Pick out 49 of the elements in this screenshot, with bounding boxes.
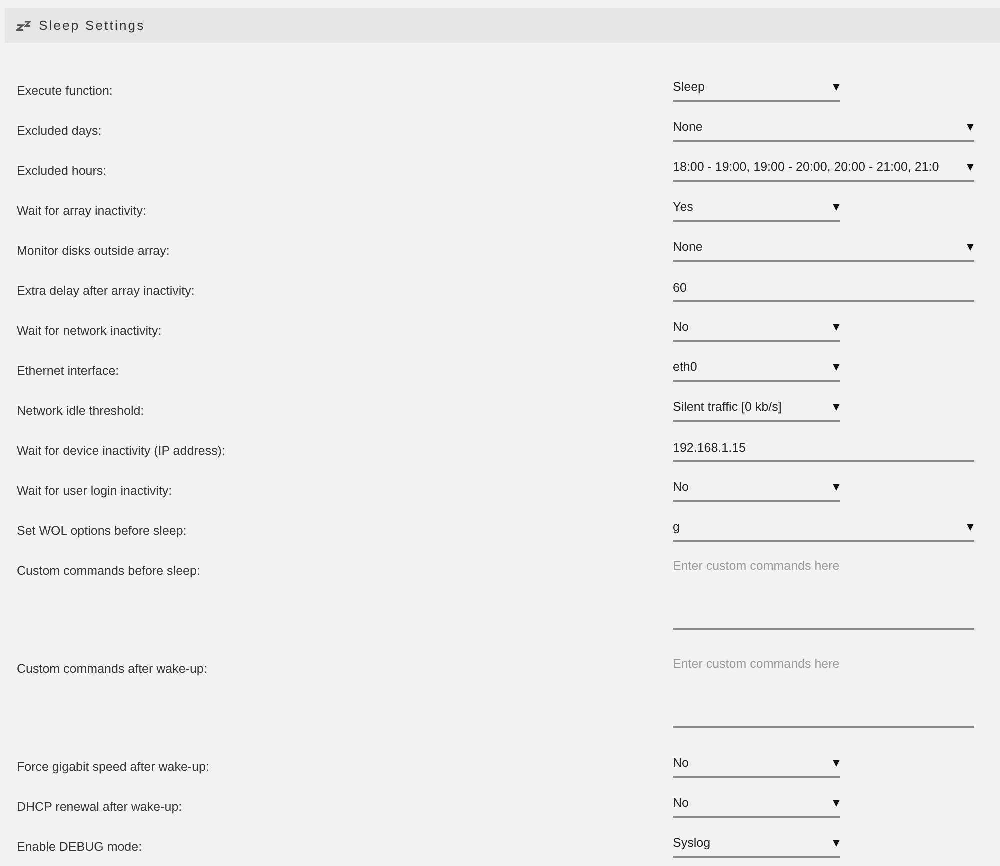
setting-label: Execute function: <box>17 84 113 98</box>
setting-label: Force gigabit speed after wake-up: <box>17 760 210 774</box>
caret-icon <box>833 800 840 807</box>
caret-icon <box>967 164 974 171</box>
setting-label: Network idle threshold: <box>17 404 144 418</box>
setting-label: Custom commands after wake-up: <box>17 662 208 676</box>
dropdown[interactable]: None <box>673 115 974 142</box>
setting-label: Wait for array inactivity: <box>17 204 146 218</box>
dropdown[interactable]: No <box>673 751 840 778</box>
setting-label: Extra delay after array inactivity: <box>17 284 195 298</box>
caret-icon <box>833 204 840 211</box>
setting-label: Custom commands before sleep: <box>17 564 200 578</box>
dropdown[interactable]: Silent traffic [0 kb/s] <box>673 395 840 422</box>
sleep-icon <box>16 20 31 30</box>
caret-icon <box>833 484 840 491</box>
setting-label: DHCP renewal after wake-up: <box>17 800 182 814</box>
dropdown[interactable]: None <box>673 235 974 262</box>
caret-icon <box>833 324 840 331</box>
caret-icon <box>833 404 840 411</box>
caret-icon <box>833 760 840 767</box>
setting-label: Wait for network inactivity: <box>17 324 162 338</box>
dropdown[interactable]: eth0 <box>673 355 840 382</box>
setting-label: Wait for user login inactivity: <box>17 484 172 498</box>
setting-label: Excluded days: <box>17 124 102 138</box>
section-title: Sleep Settings <box>39 16 146 35</box>
dropdown[interactable]: 18:00 - 19:00, 19:00 - 20:00, 20:00 - 21:00, 21:0 <box>673 155 974 182</box>
setting-label: Wait for device inactivity (IP address): <box>17 444 226 458</box>
dropdown[interactable]: Yes <box>673 195 840 222</box>
caret-icon <box>967 524 974 531</box>
caret-icon <box>833 840 840 847</box>
textarea-field[interactable]: Enter custom commands here <box>673 651 974 728</box>
caret-icon <box>833 364 840 371</box>
dropdown[interactable]: Sleep <box>673 75 840 102</box>
dropdown[interactable]: g <box>673 515 974 542</box>
caret-icon <box>833 84 840 91</box>
dropdown[interactable]: Syslog <box>673 831 840 858</box>
caret-icon <box>967 244 974 251</box>
setting-label: Excluded hours: <box>17 164 107 178</box>
setting-label: Enable DEBUG mode: <box>17 840 142 854</box>
dropdown[interactable]: No <box>673 475 840 502</box>
setting-label: Monitor disks outside array: <box>17 244 170 258</box>
setting-label: Ethernet interface: <box>17 364 120 378</box>
setting-label: Set WOL options before sleep: <box>17 524 187 538</box>
dropdown[interactable]: No <box>673 791 840 818</box>
dropdown[interactable]: No <box>673 315 840 342</box>
textarea-field[interactable]: Enter custom commands here <box>673 553 974 630</box>
text-field[interactable]: 60 <box>673 275 974 302</box>
caret-icon <box>967 124 974 131</box>
text-field[interactable]: 192.168.1.15 <box>673 435 974 462</box>
